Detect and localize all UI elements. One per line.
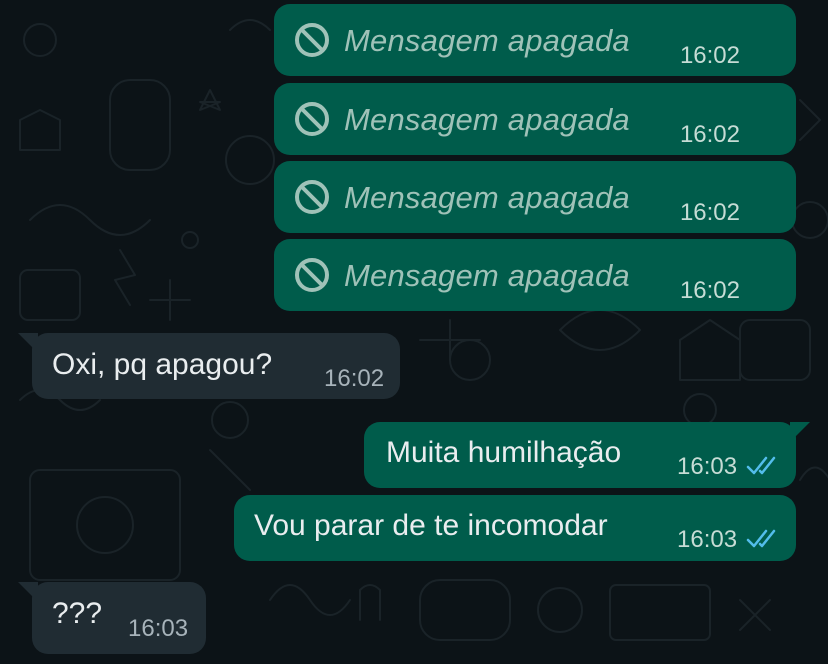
double-check-icon	[746, 529, 776, 548]
message-text: Oxi, pq apagou?	[52, 348, 273, 381]
message-time: 16:02	[324, 365, 385, 392]
message-time: 16:03	[677, 453, 738, 480]
message-time: 16:03	[128, 615, 189, 642]
deleted-message-bubble[interactable]: Mensagem apagada 16:02	[274, 83, 796, 155]
deleted-message-text: Mensagem apagada	[344, 258, 630, 293]
message-time: 16:03	[677, 526, 738, 553]
message-time: 16:02	[679, 277, 740, 304]
message-time: 16:02	[679, 42, 740, 69]
message-time: 16:02	[679, 199, 740, 226]
message-time: 16:02	[679, 121, 740, 148]
bubble-tail	[18, 582, 38, 602]
incoming-message-bubble[interactable]: ??? 16:03	[32, 582, 206, 654]
incoming-message-bubble[interactable]: Oxi, pq apagou? 16:02	[32, 333, 400, 399]
deleted-message-text: Mensagem apagada	[344, 23, 630, 58]
deleted-block-icon	[295, 180, 329, 214]
deleted-block-icon	[295, 102, 329, 136]
deleted-message-text: Mensagem apagada	[344, 180, 630, 215]
message-text: ???	[52, 597, 103, 630]
deleted-message-bubble[interactable]: Mensagem apagada 16:02	[274, 239, 796, 311]
deleted-message-bubble[interactable]: Mensagem apagada 16:02	[274, 161, 796, 233]
deleted-message-text: Mensagem apagada	[344, 102, 630, 137]
message-text: Muita humilhação	[386, 436, 622, 469]
double-check-icon	[746, 456, 776, 475]
deleted-block-icon	[295, 258, 329, 292]
bubble-tail	[18, 333, 38, 353]
deleted-block-icon	[295, 23, 329, 57]
outgoing-message-bubble[interactable]: Muita humilhação 16:03	[364, 422, 796, 488]
outgoing-message-bubble[interactable]: Vou parar de te incomodar 16:03	[234, 495, 796, 561]
deleted-message-bubble[interactable]: Mensagem apagada 16:02	[274, 4, 796, 76]
bubble-tail	[790, 422, 810, 442]
message-text: Vou parar de te incomodar	[254, 509, 608, 542]
